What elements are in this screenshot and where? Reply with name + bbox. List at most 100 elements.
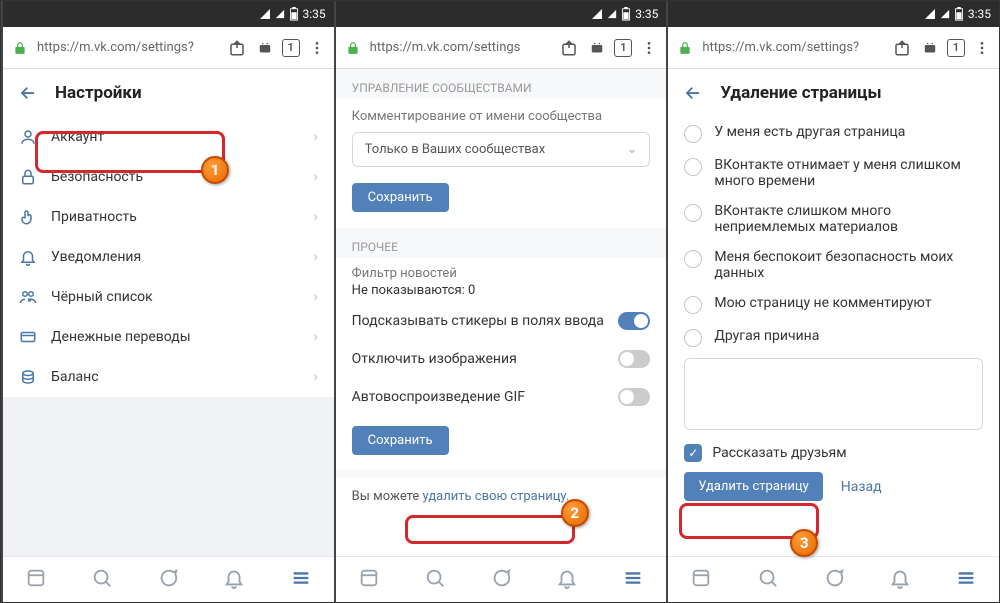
radio-too-much-time[interactable]: ВКонтакте отнимает у меня слишком много … — [668, 150, 999, 196]
back-arrow-icon[interactable] — [19, 84, 37, 102]
section-communities: УПРАВЛЕНИЕ СООБЩЕСТВАМИ — [336, 69, 667, 99]
nav-messages-icon[interactable] — [157, 567, 179, 593]
save-button-1[interactable]: Сохранить — [352, 183, 449, 212]
status-time: 3:35 — [968, 7, 991, 21]
delete-page-link[interactable]: удалить свою страницу. — [423, 489, 570, 504]
bell-icon — [19, 248, 37, 266]
filter-value: Не показываются: 0 — [336, 283, 667, 302]
chevron-right-icon: › — [313, 289, 317, 305]
back-arrow-icon[interactable] — [684, 84, 702, 102]
radio-label: У меня есть другая страница — [714, 124, 905, 140]
more-icon[interactable] — [638, 37, 660, 59]
nav-notif-icon[interactable] — [556, 567, 578, 593]
toggle-images[interactable]: Отключить изображения — [336, 340, 667, 378]
android-icon[interactable] — [919, 37, 941, 59]
item-privacy[interactable]: Приватность › — [3, 197, 334, 237]
tab-count[interactable]: 1 — [947, 39, 965, 57]
reason-textarea[interactable] — [684, 358, 983, 430]
user-icon — [19, 128, 37, 146]
toggle-gif[interactable]: Автовоспроизведение GIF — [336, 378, 667, 416]
toggle-stickers[interactable]: Подсказывать стикеры в полях ввода — [336, 302, 667, 340]
radio-other[interactable]: Другая причина — [668, 321, 999, 354]
item-label: Аккаунт — [51, 129, 104, 145]
save-button-2[interactable]: Сохранить — [352, 426, 449, 455]
chevron-down-icon: ⌄ — [626, 142, 637, 157]
url[interactable]: https://m.vk.com/settings? — [37, 40, 220, 55]
radio-icon — [684, 329, 702, 347]
signal2-icon — [940, 9, 950, 19]
browser-bar: https://m.vk.com/settings 1 — [336, 27, 667, 69]
nav-notif-icon[interactable] — [223, 567, 245, 593]
share-icon[interactable] — [891, 37, 913, 59]
phone-3: 3:35 https://m.vk.com/settings? 1 Удален… — [666, 1, 999, 602]
card-icon — [19, 328, 37, 346]
toggle-switch[interactable] — [618, 388, 650, 406]
back-link[interactable]: Назад — [841, 479, 882, 495]
chevron-right-icon: › — [313, 249, 317, 265]
toggle-label: Подсказывать стикеры в полях ввода — [352, 313, 604, 329]
item-payments[interactable]: Денежные переводы › — [3, 317, 334, 357]
item-security[interactable]: Безопасность › — [3, 157, 334, 197]
comment-label: Комментирование от имени сообщества — [336, 99, 667, 126]
url[interactable]: https://m.vk.com/settings? — [702, 40, 885, 55]
status-time: 3:35 — [635, 7, 658, 21]
nav-search-icon[interactable] — [424, 567, 446, 593]
select-value: Только в Ваших сообществах — [365, 142, 546, 157]
nav-menu-icon[interactable] — [290, 567, 312, 593]
toggle-label: Отключить изображения — [352, 351, 517, 367]
nav-notif-icon[interactable] — [889, 567, 911, 593]
settings-content: Настройки Аккаунт › Безопасность › Прива… — [3, 69, 334, 556]
nav-news-icon[interactable] — [690, 567, 712, 593]
more-icon[interactable] — [306, 37, 328, 59]
nav-search-icon[interactable] — [91, 567, 113, 593]
statusbar: 3:35 — [336, 1, 667, 27]
item-label: Приватность — [51, 209, 137, 225]
nav-news-icon[interactable] — [358, 567, 380, 593]
radio-icon — [684, 296, 702, 314]
radio-icon — [684, 158, 702, 176]
tab-count[interactable]: 1 — [614, 39, 632, 57]
page-header: Удаление страницы — [668, 69, 999, 117]
nav-messages-icon[interactable] — [823, 567, 845, 593]
radio-label: Мою страницу не комментируют — [714, 295, 931, 311]
share-icon[interactable] — [558, 37, 580, 59]
page-title: Удаление страницы — [720, 83, 881, 103]
comment-select[interactable]: Только в Ваших сообществах ⌄ — [352, 132, 651, 167]
browser-bar: https://m.vk.com/settings? 1 — [668, 27, 999, 69]
lock-icon — [9, 37, 31, 59]
item-account[interactable]: Аккаунт › — [3, 117, 334, 157]
radio-no-comments[interactable]: Мою страницу не комментируют — [668, 288, 999, 321]
nav-menu-icon[interactable] — [622, 567, 644, 593]
url[interactable]: https://m.vk.com/settings — [370, 40, 553, 55]
signal-icon — [924, 8, 936, 20]
statusbar: 3:35 — [668, 1, 999, 27]
statusbar: 3:35 — [3, 1, 334, 27]
radio-bad-content[interactable]: ВКонтакте слишком много неприемлемых мат… — [668, 196, 999, 242]
item-label: Уведомления — [51, 249, 141, 265]
separator — [3, 397, 334, 556]
nav-menu-icon[interactable] — [955, 567, 977, 593]
item-notifications[interactable]: Уведомления › — [3, 237, 334, 277]
item-balance[interactable]: Баланс › — [3, 357, 334, 397]
phone-1: 3:35 https://m.vk.com/settings? 1 Настро… — [1, 1, 334, 602]
toggle-switch[interactable] — [618, 312, 650, 330]
checkbox-checked-icon[interactable]: ✓ — [684, 444, 702, 462]
nav-search-icon[interactable] — [757, 567, 779, 593]
share-icon[interactable] — [226, 37, 248, 59]
signal2-icon — [275, 9, 285, 19]
delete-button[interactable]: Удалить страницу — [684, 472, 822, 501]
item-blacklist[interactable]: Чёрный список › — [3, 277, 334, 317]
tab-count[interactable]: 1 — [282, 39, 300, 57]
toggle-switch[interactable] — [618, 350, 650, 368]
radio-other-page[interactable]: У меня есть другая страница — [668, 117, 999, 150]
lock-icon — [674, 37, 696, 59]
nav-messages-icon[interactable] — [490, 567, 512, 593]
nav-news-icon[interactable] — [25, 567, 47, 593]
android-icon[interactable] — [586, 37, 608, 59]
hand-icon — [19, 208, 37, 226]
tell-friends-row[interactable]: ✓ Рассказать друзьям — [668, 440, 999, 472]
battery-icon — [954, 7, 964, 21]
android-icon[interactable] — [254, 37, 276, 59]
more-icon[interactable] — [971, 37, 993, 59]
radio-security[interactable]: Меня беспокоит безопасность моих данных — [668, 242, 999, 288]
